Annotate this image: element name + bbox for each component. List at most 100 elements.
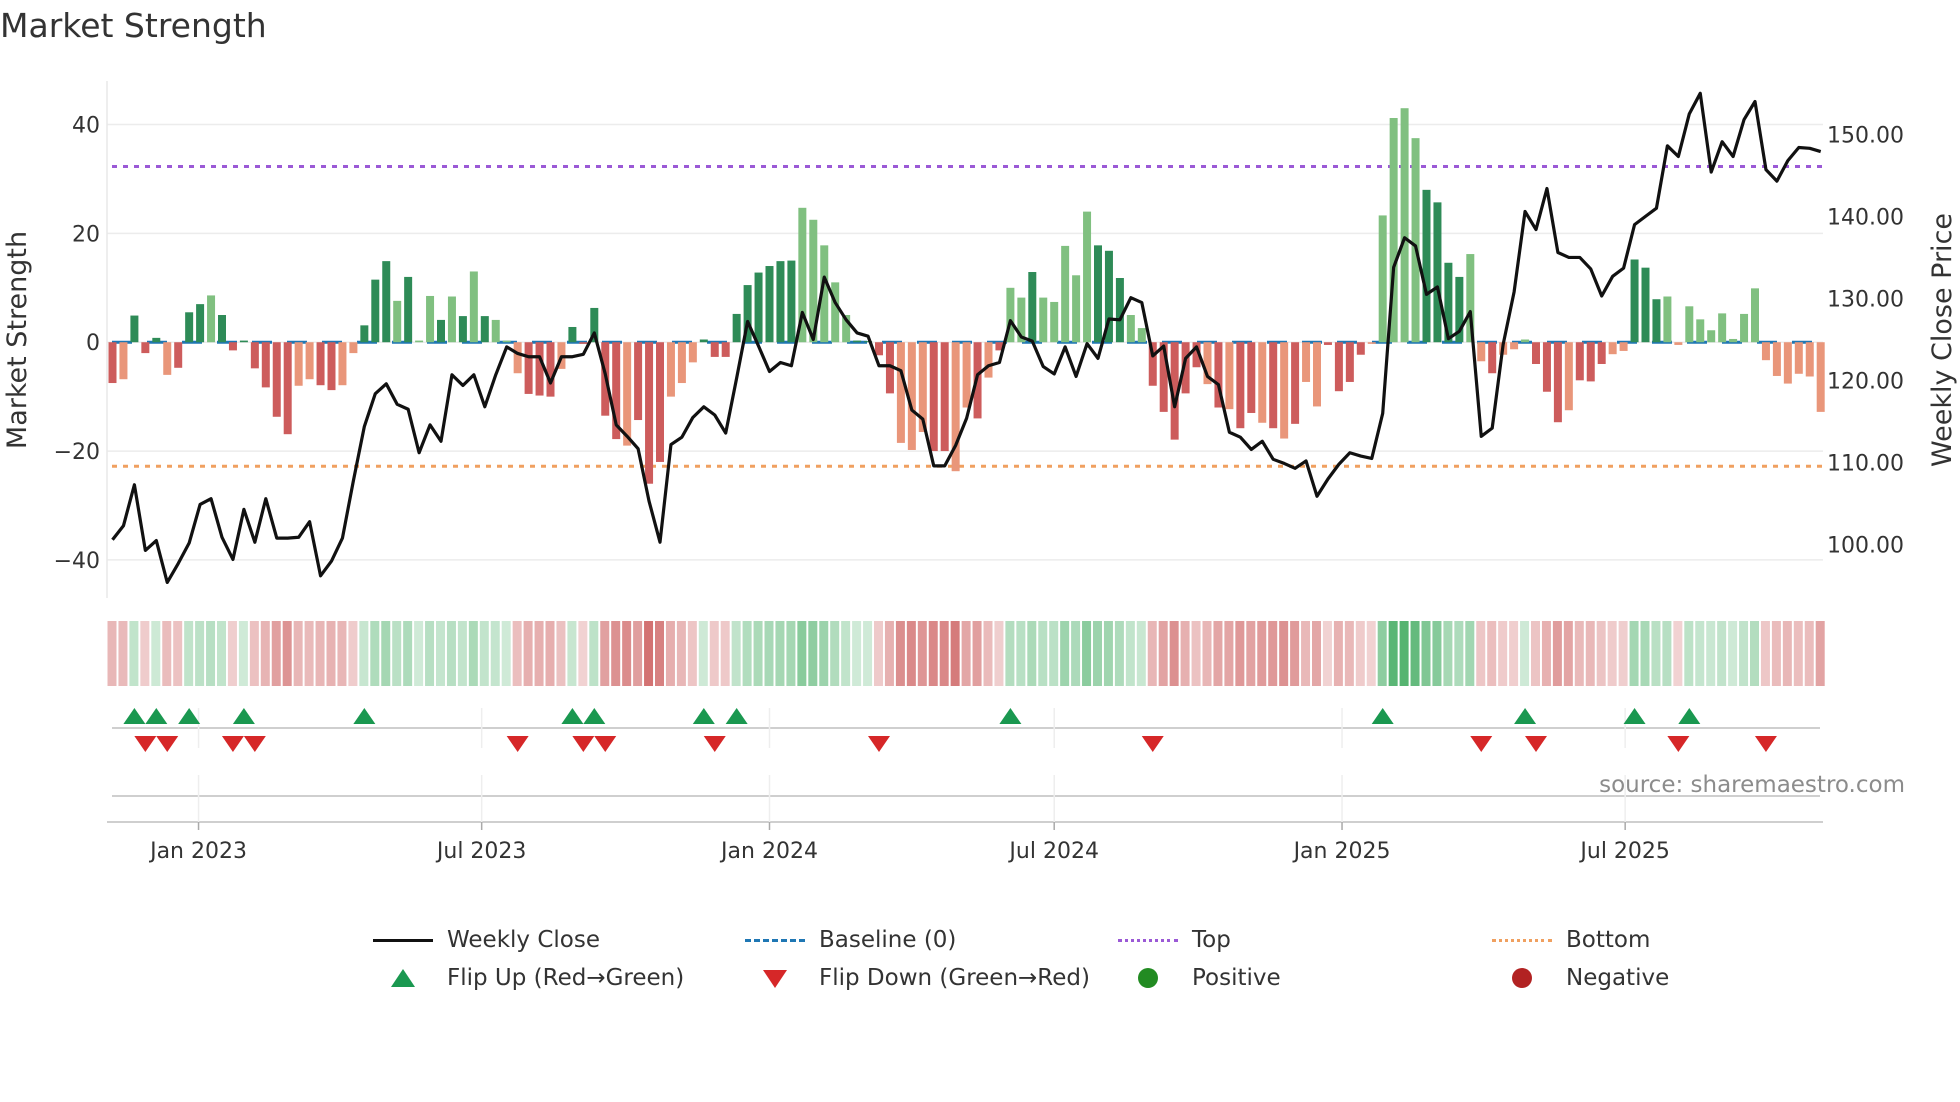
strength-bar [776,261,785,343]
strength-bar [732,313,741,343]
heat-cell [655,621,664,686]
heat-cell [742,621,752,686]
flip-up-marker [561,708,584,724]
heat-cell [1673,621,1683,686]
heat-cell [1421,621,1431,686]
strength-bar [1630,259,1639,343]
heat-cell [545,621,555,686]
heat-cell [184,621,194,686]
strength-bar [1028,272,1037,343]
heat-cell [337,621,347,686]
heat-cell [731,621,741,686]
strength-bar [524,342,533,394]
strength-bar [875,342,883,356]
flip-down-marker [134,736,157,752]
heat-cell [1443,621,1453,686]
heat-cell [1224,621,1234,686]
strength-bar [787,260,796,343]
heat-cell [512,621,522,686]
heat-cell [611,621,621,686]
strength-bar [1094,245,1102,343]
flip-up-marker [583,708,606,724]
strength-bar [853,340,862,343]
heat-cell [140,621,150,686]
heat-cell [1147,621,1157,686]
flip-markers [123,708,1777,752]
legend-label: Top [1192,927,1231,953]
heat-cell [151,621,161,686]
strength-bar [962,342,971,408]
strength-bar [1334,342,1343,392]
strength-bar [656,342,664,462]
dotted-swatch-icon [1118,930,1180,950]
heat-cell [1016,621,1026,686]
heat-cell [633,621,643,686]
strength-bar [1542,342,1551,392]
strength-bar [1367,342,1376,344]
heat-cell [841,621,851,686]
strength-bar [765,266,774,343]
heat-cell [107,621,117,686]
legend-label: Weekly Close [447,927,600,953]
heat-cell [808,621,818,686]
y2-tick-label: 150.00 [1827,123,1904,148]
strength-bar [1772,342,1781,376]
strength-bar [1597,342,1606,364]
heat-cell [370,621,380,686]
y2-tick-label: 110.00 [1827,452,1904,477]
heat-cell [1399,621,1409,686]
heat-cell [326,621,336,686]
flip-down-marker [243,736,266,752]
heat-cell [917,621,927,686]
heat-cell [775,621,785,686]
strength-bar [1411,138,1420,343]
heat-cell [939,621,949,686]
heat-cell [1213,621,1223,686]
heat-cell [217,621,226,686]
flip-up-marker [353,708,376,724]
heat-cell [173,621,183,686]
legend-label: Negative [1566,965,1670,991]
heat-cell [644,621,654,686]
strength-bar [218,315,226,343]
heat-cell [852,621,862,686]
flip-up-marker [1678,708,1701,724]
y-axis-label: Market Strength [2,231,33,449]
strength-bar [1586,342,1595,382]
heat-cell [1312,621,1321,686]
heat-cell [260,621,270,686]
circle-icon [1118,968,1180,988]
heat-cell [534,621,544,686]
heat-cell [1290,621,1300,686]
strength-bar [327,342,336,391]
strength-bar [645,342,654,484]
x-tick-label: Jan 2024 [719,839,818,864]
strength-bar [1805,342,1814,377]
heat-cell [698,621,708,686]
strength-bar [415,340,424,343]
dash-swatch-icon [745,930,807,950]
heat-cell [1049,621,1059,686]
flip-down-marker [1667,736,1690,752]
strength-bar [1378,215,1387,343]
strength-bar [261,342,270,388]
heat-cell [578,621,588,686]
reference-lines [112,164,1823,468]
strength-bar [1433,202,1442,343]
strength-bar [283,342,292,435]
strength-bar [721,342,730,357]
strength-bar [1422,189,1431,343]
y2-tick-label: 100.00 [1827,534,1904,559]
legend-negative: Negative [1492,963,1669,993]
strength-bar [1685,306,1694,343]
heat-cell [1125,621,1135,686]
legend-baseline: Baseline (0) [745,925,956,955]
strength-bar [546,342,555,397]
strength-bar [1740,313,1749,343]
strength-bar [1258,342,1267,423]
heat-cell [1771,621,1781,686]
flip-down-marker [868,736,890,752]
heat-cell [600,621,610,686]
flip-down-marker [703,736,726,752]
heat-cell [282,621,292,686]
